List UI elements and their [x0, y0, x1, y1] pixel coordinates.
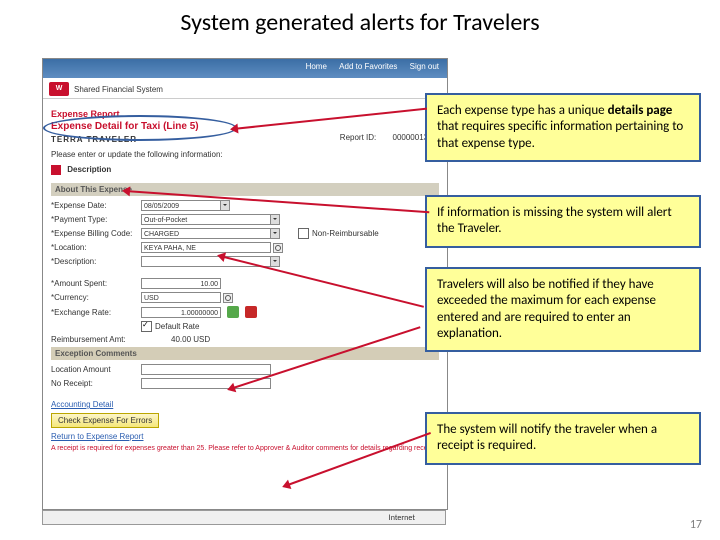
callout-4: The system will notify the traveler when… — [425, 412, 701, 465]
input-paytype[interactable]: Out-of-Pocket — [141, 214, 271, 225]
callout-2: If information is missing the system wil… — [425, 195, 701, 248]
input-location[interactable]: KEYA PAHA, NE — [141, 242, 271, 253]
label-desc: *Description: — [51, 257, 141, 266]
input-currency[interactable]: USD — [141, 292, 221, 303]
label-reimb: Reimbursement Amt: — [51, 335, 141, 344]
check-errors-button[interactable]: Check Expense For Errors — [51, 413, 159, 428]
nav-home[interactable]: Home — [306, 62, 327, 71]
logo-icon: W — [49, 82, 69, 96]
alert-row: Description — [51, 165, 439, 175]
dropdown-icon[interactable] — [271, 256, 280, 267]
input-amount[interactable]: 10.00 — [141, 278, 221, 289]
page-number: 17 — [690, 518, 702, 532]
reimb-value: 40.00 USD — [171, 335, 210, 344]
label-paytype: *Payment Type: — [51, 215, 141, 224]
label-date: *Expense Date: — [51, 201, 141, 210]
label-nonreimb: Non-Reimbursable — [312, 229, 379, 238]
alert-label: Description — [67, 165, 111, 174]
label-billcode: *Expense Billing Code: — [51, 229, 141, 238]
dropdown-icon[interactable] — [271, 214, 280, 225]
section-about: About This Expense — [51, 183, 439, 196]
label-noreceipt: No Receipt: — [51, 379, 141, 388]
section-exception: Exception Comments — [51, 347, 439, 360]
status-icon-green — [227, 306, 239, 318]
input-date[interactable]: 08/05/2009 — [141, 200, 221, 211]
status-internet: Internet — [389, 513, 415, 523]
input-xrate[interactable]: 1.00000000 — [141, 307, 221, 318]
label-xrate: *Exchange Rate: — [51, 308, 141, 317]
status-icon-red — [245, 306, 257, 318]
input-locamt[interactable] — [141, 364, 271, 375]
lookup-icon[interactable] — [273, 243, 283, 253]
checkbox-defrate[interactable] — [141, 321, 152, 332]
dropdown-icon[interactable] — [271, 228, 280, 239]
label-location: *Location: — [51, 243, 141, 252]
label-amount: *Amount Spent: — [51, 279, 141, 288]
topbar: Home Add to Favorites Sign out — [43, 59, 447, 78]
input-desc[interactable] — [141, 256, 271, 267]
label-defrate: Default Rate — [155, 322, 199, 331]
label-locamt: Location Amount — [51, 365, 141, 374]
report-id: Report ID: 0000001397 — [340, 133, 437, 142]
input-billcode[interactable]: CHARGED — [141, 228, 271, 239]
instruction-text: Please enter or update the following inf… — [51, 150, 439, 159]
callout-3: Travelers will also be notified if they … — [425, 267, 701, 352]
brand-bar: W Shared Financial System — [43, 78, 447, 99]
flag-icon — [51, 165, 61, 175]
lookup-icon[interactable] — [223, 293, 233, 303]
nav-worklist[interactable]: Add to Favorites — [339, 62, 397, 71]
link-return[interactable]: Return to Expense Report — [51, 432, 144, 441]
label-currency: *Currency: — [51, 293, 141, 302]
browser-status-bar: Internet — [42, 510, 446, 525]
callout-1-text-b: details page — [608, 103, 673, 118]
nav-signout[interactable]: Sign out — [410, 62, 439, 71]
checkbox-nonreimb[interactable] — [298, 228, 309, 239]
callout-1: Each expense type has a unique details p… — [425, 93, 701, 162]
highlight-ellipse — [43, 115, 237, 141]
brand-text: Shared Financial System — [74, 85, 163, 94]
report-id-label: Report ID: — [340, 133, 376, 142]
callout-1-text-a: Each expense type has a unique — [437, 103, 608, 118]
slide-title: System generated alerts for Travelers — [0, 8, 720, 37]
link-accounting-detail[interactable]: Accounting Detail — [51, 400, 113, 409]
calendar-icon[interactable] — [221, 200, 230, 211]
callout-1-text-c: that requires specific information perta… — [437, 119, 683, 150]
